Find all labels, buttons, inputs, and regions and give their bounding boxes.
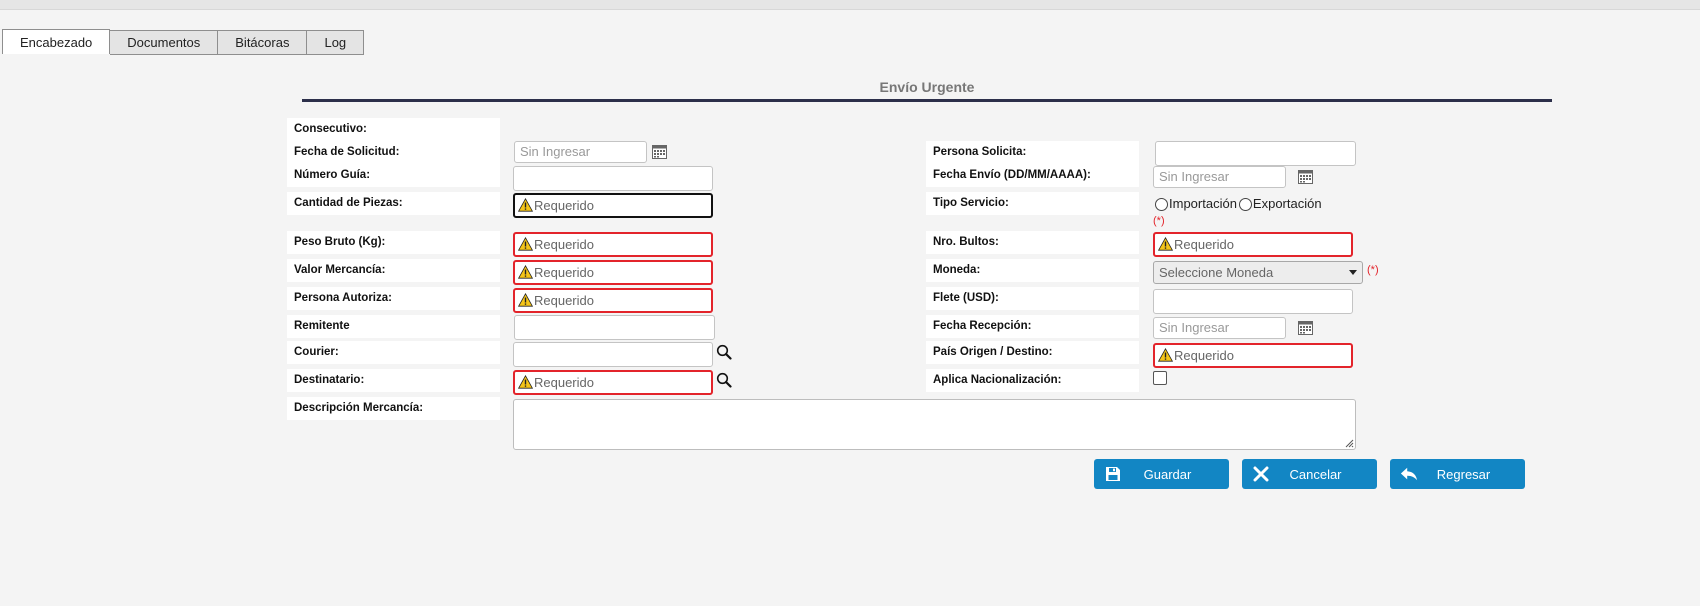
tab-bar: Encabezado Documentos Bitácoras Log xyxy=(2,29,365,55)
moneda-select[interactable]: Seleccione Moneda xyxy=(1153,261,1363,284)
label-nro-bultos: Nro. Bultos: xyxy=(926,231,1139,254)
radio-importacion[interactable] xyxy=(1155,197,1168,211)
calendar-icon[interactable] xyxy=(1298,321,1313,335)
aplica-nacionalizacion-checkbox[interactable] xyxy=(1153,371,1167,385)
regresar-button-label: Regresar xyxy=(1436,466,1491,482)
search-icon[interactable] xyxy=(716,372,732,388)
requerido-placeholder: Requerido xyxy=(534,265,594,280)
cancelar-button-label: Cancelar xyxy=(1289,466,1342,482)
warning-icon xyxy=(518,375,533,389)
close-icon xyxy=(1252,465,1270,483)
resize-grip-icon[interactable] xyxy=(1344,438,1354,448)
radio-importacion-label: Importación xyxy=(1169,196,1237,211)
requerido-placeholder: Requerido xyxy=(534,198,594,213)
title-divider xyxy=(302,99,1552,102)
tab-documentos[interactable]: Documentos xyxy=(110,30,219,55)
label-flete: Flete (USD): xyxy=(926,287,1139,310)
moneda-select-value: Seleccione Moneda xyxy=(1159,265,1274,280)
label-destinatario: Destinatario: xyxy=(287,369,500,392)
cancelar-button[interactable]: Cancelar xyxy=(1242,459,1377,489)
calendar-icon[interactable] xyxy=(652,145,667,159)
label-tipo-servicio: Tipo Servicio: xyxy=(926,192,1139,215)
label-cantidad-piezas: Cantidad de Piezas: xyxy=(287,192,500,215)
persona-autoriza-input[interactable]: Requerido xyxy=(513,288,713,313)
tab-log[interactable]: Log xyxy=(307,30,365,55)
label-consecutivo: Consecutivo: xyxy=(287,118,500,141)
label-courier: Courier: xyxy=(287,341,500,364)
radio-exportacion-label: Exportación xyxy=(1252,196,1322,211)
tab-encabezado[interactable]: Encabezado xyxy=(2,29,111,54)
cantidad-piezas-input[interactable]: Requerido xyxy=(513,193,713,218)
label-pais-origen-destino: País Origen / Destino: xyxy=(926,341,1139,364)
label-moneda: Moneda: xyxy=(926,259,1139,282)
chevron-down-icon xyxy=(1349,270,1357,275)
label-persona-solicita: Persona Solicita: xyxy=(926,141,1139,164)
flete-usd-input[interactable] xyxy=(1153,289,1353,314)
page-title: Envío Urgente xyxy=(879,79,975,95)
persona-solicita-input[interactable] xyxy=(1155,141,1356,166)
label-fecha-solicitud: Fecha de Solicitud: xyxy=(287,141,500,164)
warning-icon xyxy=(1158,237,1173,251)
nro-bultos-input[interactable]: Requerido xyxy=(1153,232,1353,257)
requerido-placeholder: Requerido xyxy=(534,375,594,390)
fecha-envio-input[interactable]: Sin Ingresar xyxy=(1153,166,1286,188)
search-icon[interactable] xyxy=(716,344,732,360)
warning-icon xyxy=(518,198,533,212)
required-mark: (*) xyxy=(1367,264,1379,276)
label-persona-autoriza: Persona Autoriza: xyxy=(287,287,500,310)
peso-bruto-input[interactable]: Requerido xyxy=(513,232,713,257)
remitente-input[interactable] xyxy=(514,315,715,340)
browser-top-strip xyxy=(0,0,1700,10)
destinatario-input[interactable]: Requerido xyxy=(513,370,713,395)
requerido-placeholder: Requerido xyxy=(534,293,594,308)
label-aplica-nacionalizacion: Aplica Nacionalización: xyxy=(926,369,1139,392)
fecha-solicitud-input[interactable]: Sin Ingresar xyxy=(514,141,647,163)
fecha-recepcion-input[interactable]: Sin Ingresar xyxy=(1153,317,1286,339)
requerido-placeholder: Requerido xyxy=(1174,237,1234,252)
calendar-icon[interactable] xyxy=(1298,170,1313,184)
reply-arrow-icon xyxy=(1400,465,1418,483)
label-fecha-recepcion: Fecha Recepción: xyxy=(926,315,1139,338)
tipo-servicio-radio-group: Importación Exportación xyxy=(1155,196,1322,212)
warning-icon xyxy=(518,265,533,279)
valor-mercancia-input[interactable]: Requerido xyxy=(513,260,713,285)
required-mark: (*) xyxy=(1153,215,1165,227)
save-icon xyxy=(1104,465,1122,483)
label-descripcion-mercancia: Descripción Mercancía: xyxy=(287,397,500,420)
requerido-placeholder: Requerido xyxy=(534,237,594,252)
warning-icon xyxy=(518,237,533,251)
courier-input[interactable] xyxy=(513,342,713,367)
tab-bitacoras[interactable]: Bitácoras xyxy=(218,30,308,55)
label-valor-mercancia: Valor Mercancía: xyxy=(287,259,500,282)
label-remitente: Remitente xyxy=(287,315,500,338)
warning-icon xyxy=(518,293,533,307)
radio-exportacion[interactable] xyxy=(1238,197,1252,211)
warning-icon xyxy=(1158,348,1173,362)
requerido-placeholder: Requerido xyxy=(1174,348,1234,363)
guardar-button-label: Guardar xyxy=(1143,466,1192,482)
pais-origen-destino-input[interactable]: Requerido xyxy=(1153,343,1353,368)
label-peso-bruto: Peso Bruto (Kg): xyxy=(287,231,500,254)
regresar-button[interactable]: Regresar xyxy=(1390,459,1525,489)
guardar-button[interactable]: Guardar xyxy=(1094,459,1229,489)
label-numero-guia: Número Guía: xyxy=(287,164,500,187)
label-fecha-envio: Fecha Envío (DD/MM/AAAA): xyxy=(926,164,1139,187)
descripcion-mercancia-textarea[interactable] xyxy=(513,399,1356,450)
numero-guia-input[interactable] xyxy=(513,166,713,191)
